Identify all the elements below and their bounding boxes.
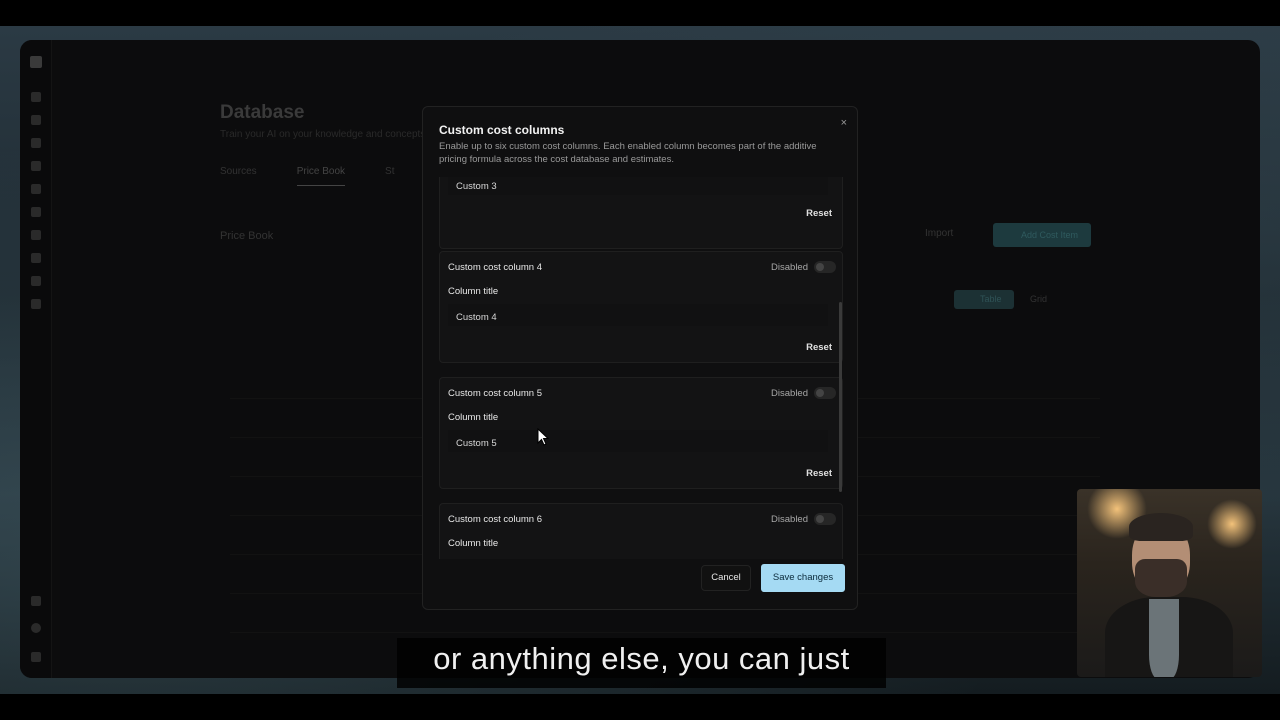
video-frame: Database Train your AI on your knowledge… <box>0 0 1280 720</box>
box-icon[interactable] <box>31 253 41 263</box>
mouse-pointer-icon <box>537 427 550 451</box>
dialog-title: Custom cost columns <box>439 123 565 137</box>
list-icon[interactable] <box>31 184 41 194</box>
file-icon[interactable] <box>31 161 41 171</box>
custom-column-card-5: Custom cost column 5 Disabled Column tit… <box>439 377 843 489</box>
column-heading: Custom cost column 5 <box>448 388 542 399</box>
enable-toggle[interactable] <box>814 387 836 399</box>
tab-price-book[interactable]: Price Book <box>296 166 346 186</box>
column-title-label: Column title <box>448 286 499 297</box>
section-label: Price Book <box>220 230 274 242</box>
dialog-footer: Cancel Save changes <box>423 551 857 609</box>
app-sidebar <box>20 40 52 678</box>
presenter-shirt <box>1149 599 1179 677</box>
page-title: Database <box>220 102 305 123</box>
tab-other[interactable]: St <box>385 166 394 186</box>
dialog-scrollbar[interactable] <box>839 302 842 492</box>
document-icon[interactable] <box>31 138 41 148</box>
presenter-beard <box>1135 559 1187 597</box>
custom-column-card-3: Reset <box>439 177 843 249</box>
webcam-overlay <box>1077 489 1262 677</box>
column-heading: Custom cost column 6 <box>448 514 542 525</box>
column-title-label: Column title <box>448 538 499 549</box>
view-table-toggle[interactable]: Table <box>954 290 1014 309</box>
save-changes-button[interactable]: Save changes <box>761 564 845 592</box>
dialog-description: Enable up to six custom cost columns. Ea… <box>439 141 817 165</box>
enable-toggle[interactable] <box>814 513 836 525</box>
view-grid-toggle[interactable]: Grid <box>1030 294 1047 304</box>
custom-column-card-4: Custom cost column 4 Disabled Column tit… <box>439 251 843 363</box>
cancel-button[interactable]: Cancel <box>701 565 751 591</box>
page-subtitle: Train your AI on your knowledge and conc… <box>220 129 426 140</box>
user-icon[interactable] <box>31 230 41 240</box>
avatar[interactable] <box>31 623 41 633</box>
database-icon[interactable] <box>31 207 41 217</box>
status-label: Disabled <box>771 514 808 525</box>
import-button[interactable]: Import <box>925 228 953 239</box>
column-title-input-4[interactable] <box>448 304 828 326</box>
reset-button-4[interactable]: Reset <box>806 342 832 353</box>
gear-icon[interactable] <box>31 276 41 286</box>
column-title-input-5[interactable] <box>448 430 828 452</box>
custom-cost-columns-dialog: Custom cost columns × Enable up to six c… <box>422 106 858 610</box>
close-icon[interactable]: × <box>841 117 847 129</box>
globe-icon[interactable] <box>31 299 41 309</box>
page-tabs: Sources Price Book St <box>220 166 395 186</box>
add-cost-item-button[interactable]: Add Cost Item <box>993 223 1091 247</box>
column-title-input-3[interactable] <box>448 177 828 195</box>
lamp-light <box>1207 499 1257 549</box>
app-logo-icon <box>30 56 42 68</box>
column-title-label: Column title <box>448 412 499 423</box>
help-icon[interactable] <box>31 596 41 606</box>
logout-icon[interactable] <box>31 652 41 662</box>
video-subtitle: or anything else, you can just <box>397 638 886 688</box>
column-heading: Custom cost column 4 <box>448 262 542 273</box>
dialog-scroll-area[interactable]: Reset Custom cost column 4 Disabled Colu… <box>439 177 844 559</box>
presenter-hair <box>1129 513 1193 541</box>
reset-button-3[interactable]: Reset <box>806 208 832 219</box>
tab-sources[interactable]: Sources <box>220 166 257 186</box>
enable-toggle[interactable] <box>814 261 836 273</box>
reset-button-5[interactable]: Reset <box>806 468 832 479</box>
status-label: Disabled <box>771 262 808 273</box>
status-label: Disabled <box>771 388 808 399</box>
grid-icon[interactable] <box>31 115 41 125</box>
home-icon[interactable] <box>31 92 41 102</box>
